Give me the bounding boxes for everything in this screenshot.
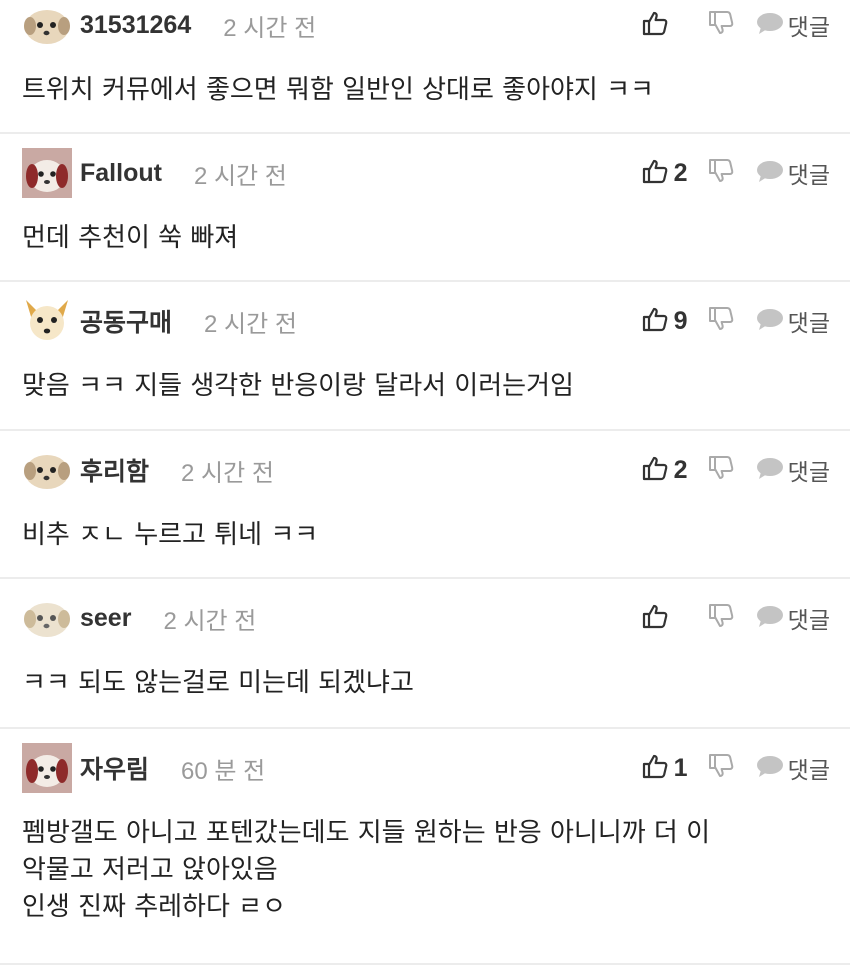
comment-author[interactable]: seer bbox=[80, 604, 131, 633]
dislike-button[interactable] bbox=[708, 603, 734, 633]
thumbs-down-icon bbox=[708, 158, 734, 188]
comment-line: 트위치 커뮤에서 좋으면 뭐함 일반인 상대로 좋아야지 ㅋㅋ bbox=[22, 75, 654, 105]
like-button[interactable]: 2 bbox=[642, 158, 688, 188]
comment-line: 인생 진짜 추레하다 ㄹㅇ bbox=[22, 892, 286, 922]
comment-item: 31531264 2 시간 전 댓글 트위치 커뮤에서 좋으면 뭐함 일반인 상… bbox=[0, 0, 850, 134]
reply-label: 댓글 bbox=[787, 163, 830, 189]
comment-time: 2 시간 전 bbox=[163, 607, 257, 635]
thumbs-down-icon bbox=[708, 455, 734, 485]
comment-time: 2 시간 전 bbox=[193, 162, 287, 190]
avatar[interactable] bbox=[22, 0, 72, 50]
comment-author[interactable]: 공동구매 bbox=[80, 303, 172, 339]
thumbs-up-icon bbox=[642, 10, 668, 40]
speech-bubble-icon bbox=[756, 604, 784, 632]
reply-label: 댓글 bbox=[787, 608, 830, 634]
avatar[interactable] bbox=[22, 296, 72, 346]
reply-label: 댓글 bbox=[787, 758, 830, 784]
reply-button[interactable]: 댓글 bbox=[756, 304, 830, 338]
comment-line: 악물고 저러고 앉아있음 bbox=[22, 855, 278, 885]
comment-line: 먼데 추천이 쑥 빠져 bbox=[22, 223, 239, 253]
speech-bubble-icon bbox=[756, 159, 784, 187]
speech-bubble-icon bbox=[756, 11, 784, 39]
speech-bubble-icon bbox=[756, 307, 784, 335]
thumbs-down-icon bbox=[708, 753, 734, 783]
thumbs-up-icon bbox=[642, 306, 668, 336]
reply-button[interactable]: 댓글 bbox=[756, 8, 830, 42]
comment-item: 공동구매 2 시간 전 9 댓글 맞음 ㅋㅋ 지들 생각한 반응이랑 달라서 이… bbox=[0, 282, 850, 431]
comment-author[interactable]: 자우림 bbox=[80, 750, 149, 786]
comment-body: 펨방갤도 아니고 포텐갔는데도 지들 원하는 반응 아니니까 더 이 악물고 저… bbox=[22, 815, 830, 926]
avatar[interactable] bbox=[22, 148, 72, 198]
comment-author[interactable]: 31531264 bbox=[80, 11, 191, 40]
comment-body: 먼데 추천이 쑥 빠져 bbox=[22, 220, 830, 257]
like-count: 2 bbox=[673, 455, 688, 484]
comment-line: 펨방갤도 아니고 포텐갔는데도 지들 원하는 반응 아니니까 더 이 bbox=[22, 818, 711, 848]
reply-label: 댓글 bbox=[787, 460, 830, 486]
thumbs-up-icon bbox=[642, 753, 668, 783]
speech-bubble-icon bbox=[756, 754, 784, 782]
like-count: 2 bbox=[673, 158, 688, 187]
thumbs-down-icon bbox=[708, 603, 734, 633]
comment-line: 비추 ㅈㄴ 누르고 튀네 ㅋㅋ bbox=[22, 520, 319, 550]
like-button[interactable]: 1 bbox=[642, 753, 688, 783]
like-count: 1 bbox=[673, 753, 688, 782]
comment-author[interactable]: Fallout bbox=[80, 159, 162, 188]
comment-time: 2 시간 전 bbox=[204, 310, 297, 338]
dislike-button[interactable] bbox=[708, 158, 734, 188]
avatar[interactable] bbox=[22, 593, 72, 643]
thumbs-up-icon bbox=[642, 158, 668, 188]
reply-button[interactable]: 댓글 bbox=[756, 601, 830, 635]
dislike-button[interactable] bbox=[708, 306, 734, 336]
comment-time: 2 시간 전 bbox=[223, 14, 317, 42]
comment-time: 2 시간 전 bbox=[181, 459, 274, 487]
thumbs-up-icon bbox=[642, 455, 668, 485]
reply-button[interactable]: 댓글 bbox=[756, 156, 830, 190]
avatar[interactable] bbox=[22, 445, 72, 495]
comment-body: 맞음 ㅋㅋ 지들 생각한 반응이랑 달라서 이러는거임 bbox=[22, 368, 830, 405]
like-button[interactable] bbox=[642, 603, 688, 633]
comment-item: seer 2 시간 전 댓글 ㅋㅋ 되도 않는걸로 미는데 되겠냐고 bbox=[0, 579, 850, 729]
comment-body: ㅋㅋ 되도 않는걸로 미는데 되겠냐고 bbox=[22, 665, 830, 702]
like-button[interactable]: 9 bbox=[642, 306, 688, 336]
comment-item: 자우림 60 분 전 1 댓글 펨방갤도 아니고 포텐갔는데도 지들 원하는 반… bbox=[0, 729, 850, 965]
comment-line: ㅋㅋ 되도 않는걸로 미는데 되겠냐고 bbox=[22, 668, 414, 698]
comment-time: 60 분 전 bbox=[181, 757, 266, 785]
dislike-button[interactable] bbox=[708, 455, 734, 485]
comment-author[interactable]: 후리함 bbox=[80, 452, 149, 488]
dislike-button[interactable] bbox=[708, 753, 734, 783]
thumbs-down-icon bbox=[708, 10, 734, 40]
comment-body: 비추 ㅈㄴ 누르고 튀네 ㅋㅋ bbox=[22, 517, 830, 554]
speech-bubble-icon bbox=[756, 456, 784, 484]
comment-item: Fallout 2 시간 전 2 댓글 먼데 추천이 쑥 빠져 bbox=[0, 134, 850, 282]
comment-body: 트위치 커뮤에서 좋으면 뭐함 일반인 상대로 좋아야지 ㅋㅋ bbox=[22, 72, 830, 109]
reply-label: 댓글 bbox=[787, 311, 830, 337]
reply-label: 댓글 bbox=[787, 15, 830, 41]
avatar[interactable] bbox=[22, 743, 72, 793]
thumbs-down-icon bbox=[708, 306, 734, 336]
like-button[interactable] bbox=[642, 10, 688, 40]
comment-item: 후리함 2 시간 전 2 댓글 비추 ㅈㄴ 누르고 튀네 ㅋㅋ bbox=[0, 431, 850, 579]
thumbs-up-icon bbox=[642, 603, 668, 633]
comment-line: 맞음 ㅋㅋ 지들 생각한 반응이랑 달라서 이러는거임 bbox=[22, 371, 574, 401]
like-button[interactable]: 2 bbox=[642, 455, 688, 485]
reply-button[interactable]: 댓글 bbox=[756, 453, 830, 487]
reply-button[interactable]: 댓글 bbox=[756, 751, 830, 785]
like-count: 9 bbox=[673, 306, 688, 335]
dislike-button[interactable] bbox=[708, 10, 734, 40]
